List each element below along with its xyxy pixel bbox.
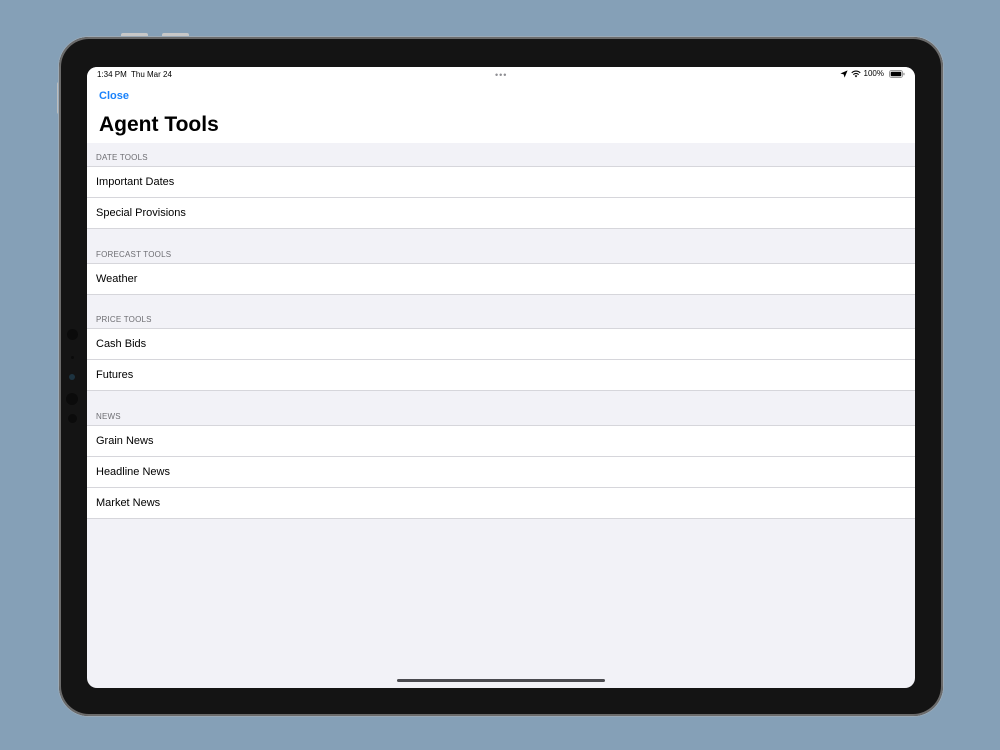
- list-item-market-news[interactable]: Market News: [87, 487, 915, 519]
- battery-icon: [889, 69, 905, 78]
- location-arrow-icon: [839, 69, 848, 78]
- list-item-label: Headline News: [96, 466, 170, 478]
- section-header-date-tools: DATE TOOLS: [96, 153, 148, 162]
- status-indicators: 100%: [839, 69, 905, 78]
- navigation-bar: 1:34 PM Thu Mar 24 ••• 100% Close Agent …: [87, 67, 915, 143]
- list-item-label: Special Provisions: [96, 207, 186, 219]
- home-indicator[interactable]: [397, 679, 605, 682]
- page-title: Agent Tools: [99, 113, 219, 136]
- front-camera-icon: [69, 374, 75, 380]
- battery-percentage: 100%: [863, 69, 884, 78]
- multitask-dots-icon[interactable]: •••: [495, 70, 507, 80]
- wifi-icon: [850, 70, 861, 78]
- list-item-label: Market News: [96, 497, 161, 509]
- section-header-forecast-tools: FORECAST TOOLS: [96, 250, 172, 259]
- section-header-news: NEWS: [96, 412, 121, 421]
- sensor-dot-small: [68, 414, 77, 423]
- list-item-important-dates[interactable]: Important Dates: [87, 166, 915, 197]
- list-item-weather[interactable]: Weather: [87, 263, 915, 295]
- list-item-label: Important Dates: [96, 176, 175, 188]
- app-screen: 1:34 PM Thu Mar 24 ••• 100% Close Agent …: [87, 67, 915, 688]
- list-item-futures[interactable]: Futures: [87, 359, 915, 391]
- status-date: Thu Mar 24: [131, 70, 172, 79]
- sensor-dot-large: [66, 393, 78, 405]
- close-button[interactable]: Close: [99, 90, 129, 102]
- list-item-cash-bids[interactable]: Cash Bids: [87, 328, 915, 359]
- sensor-dot: [71, 356, 74, 359]
- list-item-label: Weather: [96, 273, 138, 285]
- list-item-grain-news[interactable]: Grain News: [87, 425, 915, 456]
- camera-dot: [67, 329, 78, 340]
- list-item-label: Cash Bids: [96, 338, 147, 350]
- list-item-label: Futures: [96, 369, 134, 381]
- status-time: 1:34 PM: [97, 70, 127, 79]
- list-item-label: Grain News: [96, 435, 154, 447]
- list-item-special-provisions[interactable]: Special Provisions: [87, 197, 915, 229]
- section-header-price-tools: PRICE TOOLS: [96, 315, 152, 324]
- list-item-headline-news[interactable]: Headline News: [87, 456, 915, 487]
